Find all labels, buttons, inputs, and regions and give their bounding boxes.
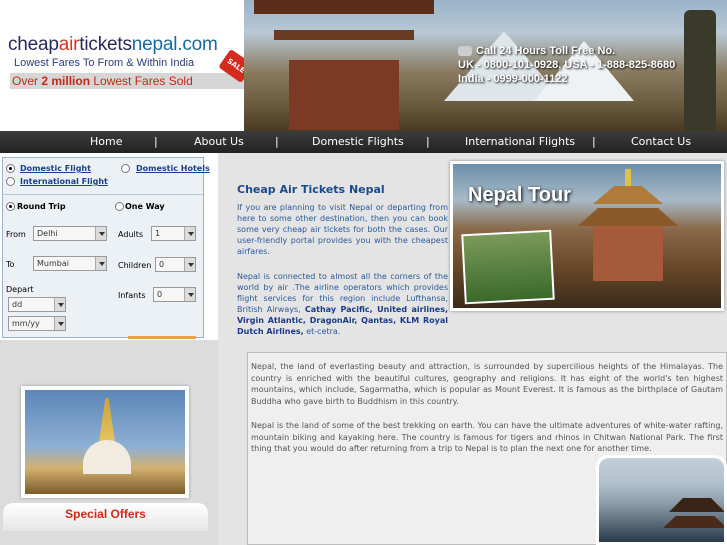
nav-about-us[interactable]: About Us bbox=[194, 131, 244, 153]
round-trip-label: Round Trip bbox=[17, 202, 66, 211]
domestic-flight-radio[interactable] bbox=[6, 164, 15, 173]
from-select-value: Delhi bbox=[37, 229, 58, 238]
children-select[interactable]: 0 bbox=[155, 257, 196, 272]
domestic-hotels-radio[interactable] bbox=[121, 164, 130, 173]
stupa-dome bbox=[83, 440, 131, 474]
chevron-down-icon bbox=[54, 298, 65, 311]
international-flight-radio[interactable] bbox=[6, 177, 15, 186]
children-label: Children bbox=[118, 261, 152, 270]
chevron-down-icon bbox=[95, 227, 106, 240]
children-select-value: 0 bbox=[159, 260, 165, 269]
from-select[interactable]: Delhi bbox=[33, 226, 107, 241]
round-trip-radio[interactable] bbox=[6, 202, 15, 211]
site-header: cheapairticketsnepal.com Lowest Fares To… bbox=[0, 0, 727, 131]
stupa-spire bbox=[99, 398, 115, 442]
special-offers-heading[interactable]: Special Offers bbox=[3, 503, 208, 531]
pagoda-photo bbox=[596, 455, 727, 545]
depart-month-select[interactable]: mm/yy bbox=[8, 316, 66, 331]
airlines-paragraph: Nepal is connected to almost all the cor… bbox=[237, 271, 448, 337]
promo-banner: Over 2 million Lowest Fares Sold bbox=[10, 73, 250, 89]
infants-label: Infants bbox=[118, 291, 146, 300]
logo-part-cheap: cheap bbox=[8, 34, 59, 55]
nav-home[interactable]: Home bbox=[90, 131, 122, 153]
adults-label: Adults bbox=[118, 230, 144, 239]
international-flight-link[interactable]: International Flight bbox=[20, 177, 108, 186]
temple-spire bbox=[625, 169, 631, 187]
temple-wall bbox=[593, 226, 663, 281]
depart-month-value: mm/yy bbox=[12, 319, 40, 328]
one-way-radio[interactable] bbox=[115, 202, 124, 211]
pagoda-roof-upper bbox=[669, 498, 724, 512]
phone-line-1: Call 24 Hours Toll Free No. bbox=[476, 45, 616, 57]
main-nav: Home | About Us | Domestic Flights | Int… bbox=[0, 131, 727, 153]
tour-inset-photo bbox=[461, 229, 555, 305]
chevron-down-icon bbox=[54, 317, 65, 330]
one-way-label: One Way bbox=[125, 202, 165, 211]
logo-part-air: air bbox=[58, 34, 80, 55]
phone-line-2: UK - 0800-101-0928, USA - 1-888-825-8680 bbox=[458, 59, 676, 71]
page-title: Cheap Air Tickets Nepal bbox=[237, 183, 385, 196]
promo-suffix: Lowest Fares Sold bbox=[90, 74, 193, 88]
chevron-down-icon bbox=[184, 258, 195, 271]
promo-highlight: 2 million bbox=[41, 74, 91, 88]
nepal-info-paragraph-2: Nepal is the land of some of the best tr… bbox=[251, 421, 723, 454]
nav-contact-us[interactable]: Contact Us bbox=[631, 131, 691, 153]
depart-label: Depart bbox=[6, 285, 34, 294]
site-logo[interactable]: cheapairticketsnepal.com bbox=[8, 34, 218, 56]
pagoda-photo-image bbox=[599, 458, 724, 542]
intro-paragraph: If you are planning to visit Nepal or de… bbox=[237, 203, 448, 256]
nav-separator: | bbox=[592, 135, 596, 148]
promo-prefix: Over bbox=[12, 74, 42, 88]
nepal-tour-image[interactable]: Nepal Tour bbox=[450, 161, 724, 311]
adults-select[interactable]: 1 bbox=[151, 226, 196, 241]
phone-contact-box: Call 24 Hours Toll Free No. UK - 0800-10… bbox=[458, 44, 675, 86]
temple-roof-upper bbox=[593, 186, 663, 204]
nepal-tour-photo: Nepal Tour bbox=[453, 164, 721, 308]
stupa-photo bbox=[21, 386, 189, 498]
to-label: To bbox=[6, 260, 15, 269]
stupa-photo-image bbox=[25, 390, 185, 494]
logo-part-tickets: tickets bbox=[79, 34, 132, 55]
pagoda-roof-lower bbox=[663, 516, 724, 528]
nav-separator: | bbox=[154, 135, 158, 148]
nav-separator: | bbox=[426, 135, 430, 148]
infants-select-value: 0 bbox=[157, 290, 163, 299]
phone-line-3: India - 0999-000-1122 bbox=[458, 73, 568, 85]
nepal-tour-title: Nepal Tour bbox=[468, 184, 571, 206]
depart-day-select[interactable]: dd bbox=[8, 297, 66, 312]
domestic-flight-link[interactable]: Domestic Flight bbox=[20, 164, 91, 173]
nav-domestic-flights[interactable]: Domestic Flights bbox=[312, 131, 404, 153]
airlines-text-end: et-cetra. bbox=[303, 327, 341, 336]
temple-roof-lower bbox=[578, 208, 678, 226]
to-select[interactable]: Mumbai bbox=[33, 256, 107, 271]
flight-search-form: Domestic Flight Domestic Hotels Internat… bbox=[2, 157, 210, 339]
nav-separator: | bbox=[275, 135, 279, 148]
chevron-down-icon bbox=[184, 227, 195, 240]
depart-day-value: dd bbox=[12, 300, 23, 309]
form-divider bbox=[3, 194, 203, 195]
tagline: Lowest Fares To From & Within India bbox=[14, 57, 195, 69]
phone-icon bbox=[458, 46, 472, 57]
nav-international-flights[interactable]: International Flights bbox=[465, 131, 575, 153]
nepal-info-paragraph-1: Nepal, the land of everlasting beauty an… bbox=[251, 362, 723, 406]
search-button[interactable] bbox=[128, 336, 196, 339]
to-select-value: Mumbai bbox=[37, 259, 69, 268]
from-label: From bbox=[6, 230, 26, 239]
logo-part-domain: nepal.com bbox=[131, 34, 218, 55]
infants-select[interactable]: 0 bbox=[153, 287, 196, 302]
adults-select-value: 1 bbox=[155, 229, 161, 238]
chevron-down-icon bbox=[184, 288, 195, 301]
chevron-down-icon bbox=[95, 257, 106, 270]
domestic-hotels-link[interactable]: Domestic Hotels bbox=[136, 164, 210, 173]
